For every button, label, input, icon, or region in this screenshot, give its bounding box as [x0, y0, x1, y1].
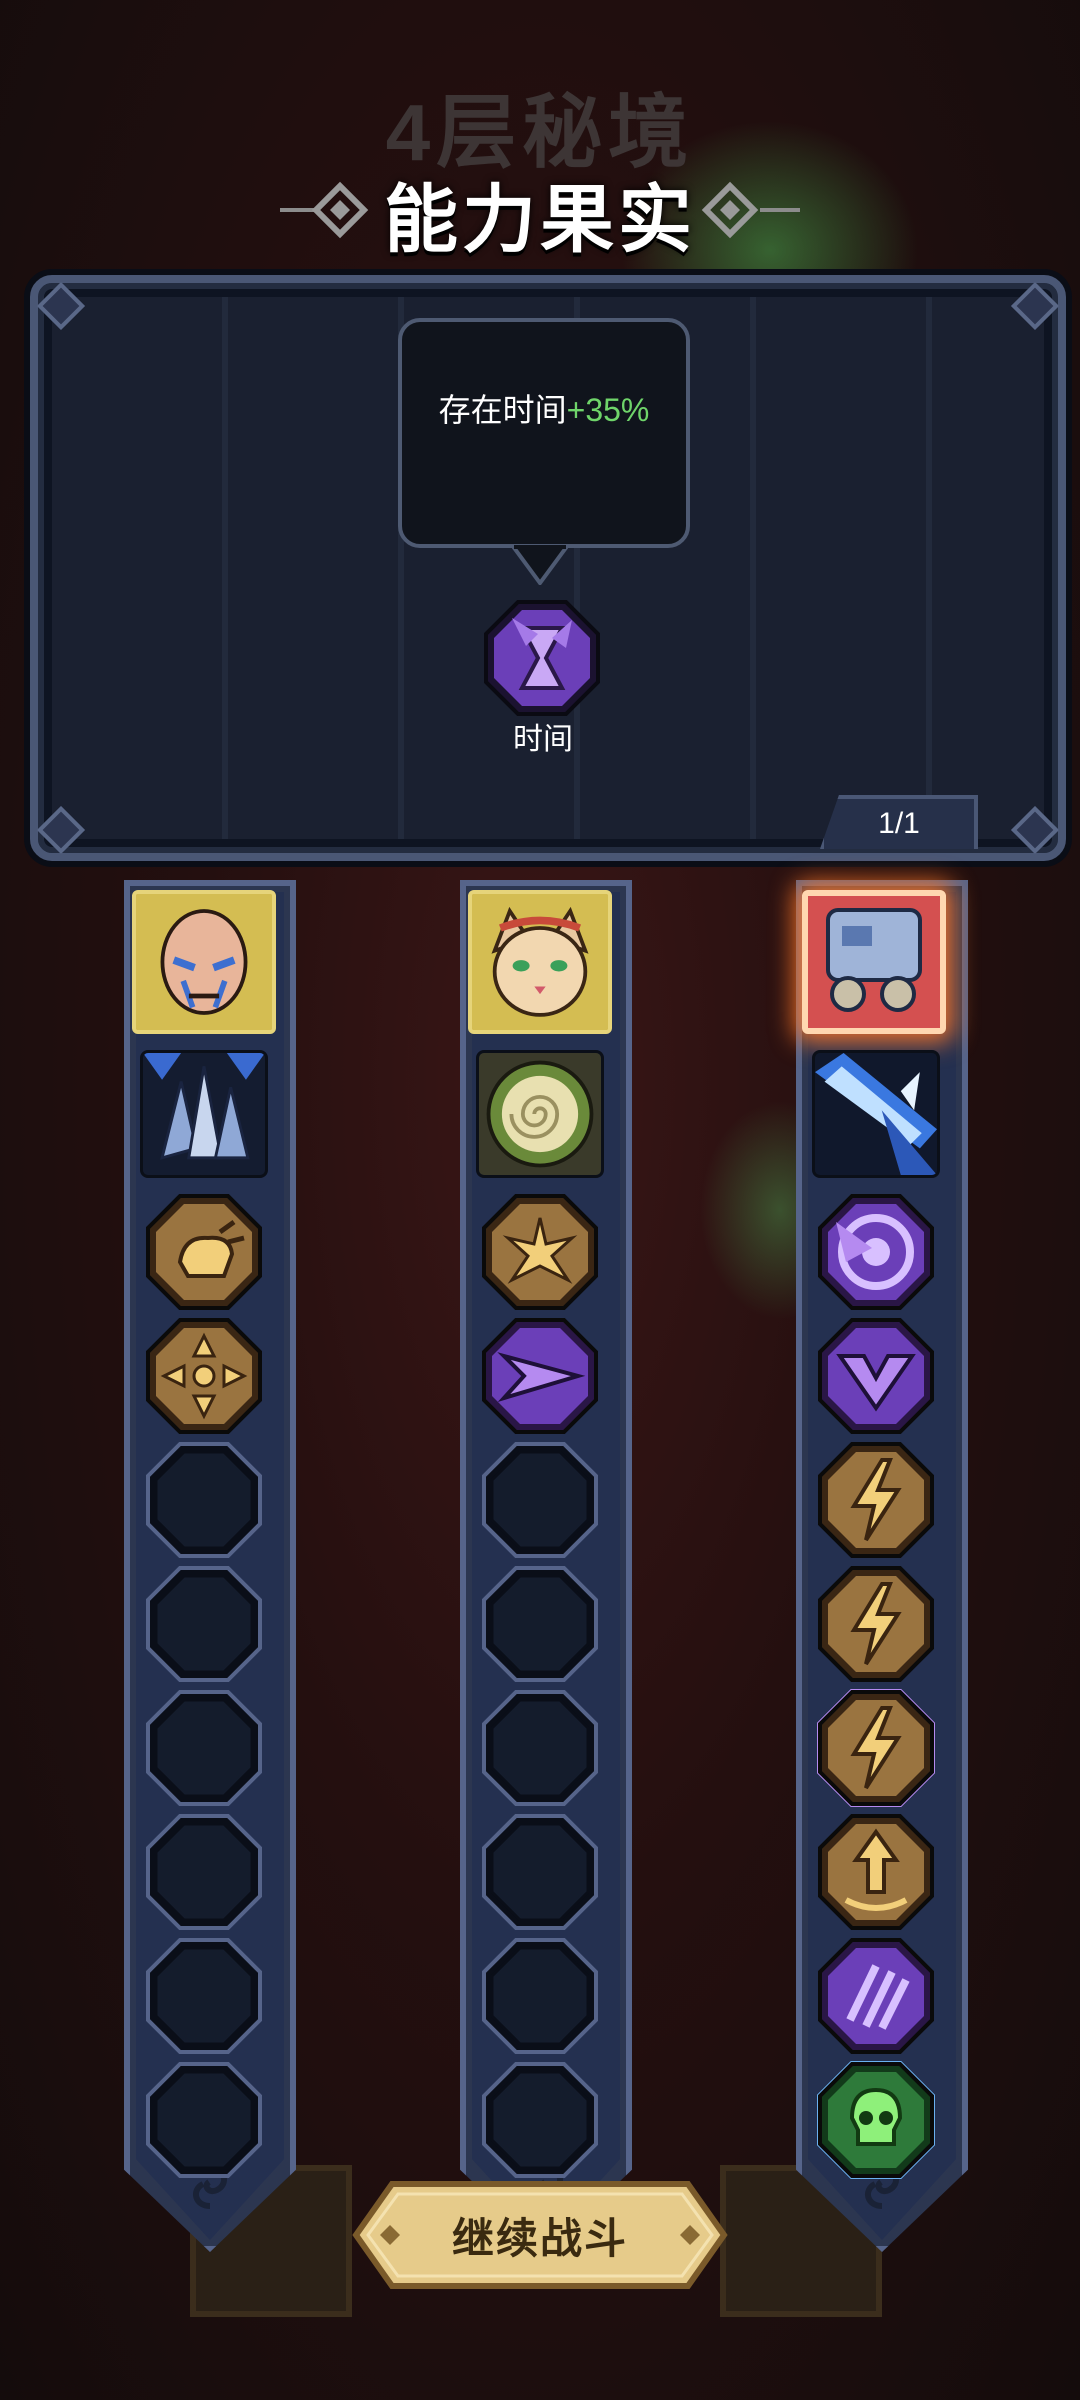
skill-badge-purple-target[interactable]	[816, 1192, 936, 1312]
empty-slot-frame	[146, 1938, 262, 2054]
empty-slot-frame	[146, 1566, 262, 1682]
empty-slot-frame	[482, 1566, 598, 1682]
empty-slot-frame	[482, 1814, 598, 1930]
empty-slot-frame	[146, 1442, 262, 1558]
empty-slot-frame	[146, 1814, 262, 1930]
hero-portrait-mech[interactable]	[802, 890, 946, 1034]
skill-badge-four-arrows[interactable]	[144, 1316, 264, 1436]
skill-blue-slash[interactable]	[812, 1050, 940, 1178]
fruit-counter: 1/1	[820, 795, 978, 849]
empty-slot-frame	[482, 1442, 598, 1558]
empty-slot-frame	[482, 1938, 598, 2054]
empty-skill-slot	[480, 1688, 600, 1808]
continue-battle-button[interactable]: 继续战斗	[352, 2180, 728, 2290]
bald-warrior-portrait	[136, 894, 272, 1030]
tooltip-bonus: +35%	[566, 392, 650, 428]
skill-swirl-orb[interactable]	[476, 1050, 604, 1178]
empty-skill-slot	[144, 1440, 264, 1560]
purple-arrow-icon	[482, 1318, 598, 1434]
empty-slot-frame	[482, 2062, 598, 2178]
tooltip-tail	[512, 545, 568, 585]
skill-ice-crystal[interactable]	[140, 1050, 268, 1178]
skill-badge-purple-arrow[interactable]	[480, 1316, 600, 1436]
empty-skill-slot	[144, 1936, 264, 2056]
hourglass-icon	[484, 600, 600, 716]
skill-badge-purple-chevron[interactable]	[816, 1316, 936, 1436]
selected-fruit-name: 时间	[513, 723, 573, 756]
skill-badge-up-arrow[interactable]	[816, 1812, 936, 1932]
swirl-orb-skill-icon	[479, 1053, 601, 1175]
purple-chevron-icon	[818, 1318, 934, 1434]
empty-slot-frame	[146, 1690, 262, 1806]
fruit-tooltip: 存在时间+35%	[398, 318, 690, 548]
skill-badge-burst[interactable]	[480, 1192, 600, 1312]
main-title: 能力果实	[384, 178, 696, 261]
blue-slash-skill-icon	[815, 1053, 937, 1175]
burst-icon	[482, 1194, 598, 1310]
hero-portrait-lynx[interactable]	[468, 890, 612, 1034]
skill-badge-fist[interactable]	[144, 1192, 264, 1312]
skill-badge-lightning[interactable]	[816, 1688, 936, 1808]
empty-skill-slot	[480, 1440, 600, 1560]
green-skull-icon	[817, 2061, 935, 2179]
empty-skill-slot	[480, 2060, 600, 2180]
tooltip-stat: 存在时间	[438, 392, 567, 428]
empty-skill-slot	[480, 1936, 600, 2056]
continue-battle-label: 继续战斗	[451, 2214, 628, 2262]
lightning-icon	[818, 1442, 934, 1558]
empty-slot-frame	[482, 1690, 598, 1806]
hero-portrait-bald-warrior[interactable]	[132, 890, 276, 1034]
empty-skill-slot	[144, 1812, 264, 1932]
up-arrow-icon	[818, 1814, 934, 1930]
lightning-icon	[818, 1566, 934, 1682]
four-arrows-icon	[146, 1318, 262, 1434]
empty-skill-slot	[144, 2060, 264, 2180]
purple-target-icon	[818, 1194, 934, 1310]
skill-badge-lightning[interactable]	[816, 1564, 936, 1684]
empty-skill-slot	[144, 1564, 264, 1684]
lynx-portrait	[472, 894, 608, 1030]
purple-claw-icon	[818, 1938, 934, 2054]
empty-skill-slot	[480, 1812, 600, 1932]
skill-badge-purple-claw[interactable]	[816, 1936, 936, 2056]
empty-skill-slot	[144, 1688, 264, 1808]
skill-badge-green-skull[interactable]	[816, 2060, 936, 2180]
fist-icon	[146, 1194, 262, 1310]
tooltip-text: 存在时间+35%	[439, 385, 650, 431]
mech-portrait	[808, 896, 940, 1028]
lightning-icon	[817, 1689, 935, 1807]
empty-skill-slot	[480, 1564, 600, 1684]
skill-badge-lightning[interactable]	[816, 1440, 936, 1560]
ice-crystal-skill-icon	[143, 1053, 265, 1175]
selected-fruit-hourglass[interactable]	[482, 598, 602, 718]
empty-slot-frame	[146, 2062, 262, 2178]
